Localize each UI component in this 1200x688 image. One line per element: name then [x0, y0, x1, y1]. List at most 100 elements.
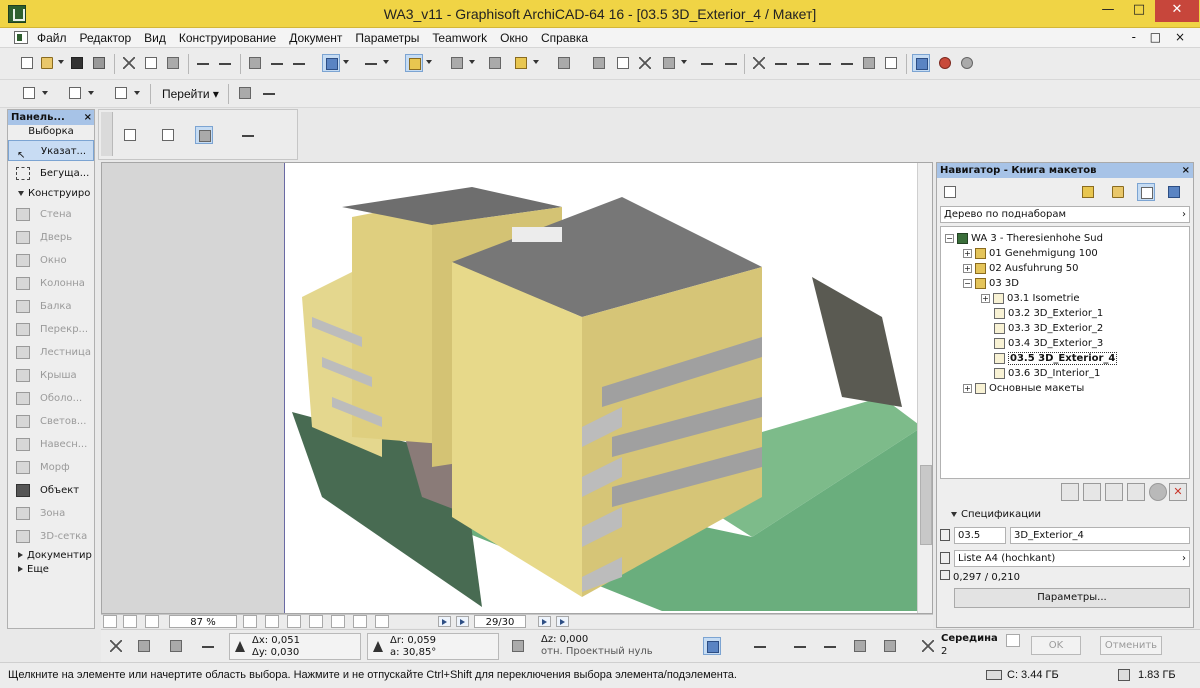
- document-window-controls[interactable]: - □ ×: [1132, 30, 1190, 44]
- scrollbar-thumb[interactable]: [920, 465, 932, 545]
- tool-roof[interactable]: Крыша: [8, 365, 94, 386]
- first-page-button[interactable]: [438, 616, 451, 627]
- expand-icon[interactable]: +: [963, 248, 972, 258]
- tree-item-master[interactable]: + Основные макеты: [963, 382, 1084, 396]
- zoom-preview-button[interactable]: [123, 615, 137, 628]
- tool-arrow[interactable]: ↖ Указат...: [8, 140, 94, 161]
- split-button[interactable]: [750, 54, 768, 72]
- copy-button[interactable]: [142, 54, 160, 72]
- menu-edit[interactable]: Редактор: [80, 31, 132, 45]
- magic-wand-button[interactable]: [322, 54, 340, 72]
- fly-through-button[interactable]: [236, 84, 254, 102]
- cut-button[interactable]: [120, 54, 138, 72]
- master-layout-select[interactable]: Liste A4 (hochkant) ›: [954, 550, 1190, 567]
- tool-column[interactable]: Колонна: [8, 273, 94, 294]
- new-master-button[interactable]: [1105, 483, 1123, 501]
- tool-marquee[interactable]: Бегуща...: [8, 163, 94, 184]
- check-button[interactable]: [791, 637, 809, 655]
- layout-book-tab[interactable]: [1137, 183, 1155, 201]
- specs-section-title[interactable]: Спецификации: [951, 509, 1041, 520]
- more-section-title[interactable]: Еще: [8, 564, 94, 575]
- fill-button[interactable]: [660, 54, 678, 72]
- arrow-method[interactable]: [239, 126, 257, 144]
- tool-morph[interactable]: Морф: [8, 457, 94, 478]
- settings-dot-button[interactable]: [1149, 483, 1167, 501]
- relative-construction-button[interactable]: [199, 637, 217, 655]
- trace-button[interactable]: [590, 54, 608, 72]
- last-page-button[interactable]: [556, 616, 569, 627]
- menu-design[interactable]: Конструирование: [179, 31, 276, 45]
- tool-beam[interactable]: Балка: [8, 296, 94, 317]
- pan-button[interactable]: [331, 615, 345, 628]
- refresh-button[interactable]: [145, 615, 159, 628]
- layout-id-field[interactable]: 03.5: [954, 527, 1006, 544]
- menu-window[interactable]: Окно: [500, 31, 528, 45]
- menu-document[interactable]: Документ: [289, 31, 342, 45]
- info-box-grip[interactable]: [101, 112, 113, 156]
- parameters-button[interactable]: Параметры...: [954, 588, 1190, 608]
- minimize-button[interactable]: —: [1093, 0, 1123, 22]
- walk-button[interactable]: [260, 84, 278, 102]
- collapse-icon[interactable]: −: [963, 278, 972, 288]
- cancel-button[interactable]: Отменить: [1100, 636, 1162, 655]
- inject-button[interactable]: [290, 54, 308, 72]
- snap-surface-button[interactable]: [881, 637, 899, 655]
- new-subset-button[interactable]: [1083, 483, 1101, 501]
- elevation-icon-button[interactable]: [509, 637, 527, 655]
- fit-window-button[interactable]: [353, 615, 367, 628]
- layout-name-field[interactable]: 3D_Exterior_4: [1010, 527, 1190, 544]
- suspend-groups-button[interactable]: [555, 54, 573, 72]
- special-snap-button[interactable]: [703, 637, 721, 655]
- tool-door[interactable]: Дверь: [8, 227, 94, 248]
- paste-button[interactable]: [164, 54, 182, 72]
- page-field[interactable]: 29/30: [474, 615, 526, 628]
- previous-zoom-button[interactable]: [375, 615, 389, 628]
- maximize-button[interactable]: □: [1124, 0, 1154, 22]
- geometry-method-3[interactable]: [195, 126, 213, 144]
- zoom-out-button[interactable]: [309, 615, 323, 628]
- menu-view[interactable]: Вид: [144, 31, 166, 45]
- tree-item-01[interactable]: +01 Genehmigung 100: [963, 247, 1098, 261]
- undo-button[interactable]: [194, 54, 212, 72]
- new-button[interactable]: [18, 54, 36, 72]
- grid-snap-toggle[interactable]: [135, 637, 153, 655]
- menu-teamwork[interactable]: Teamwork: [432, 31, 487, 45]
- tool-slab[interactable]: Перекр...: [8, 319, 94, 340]
- tree-item-03-3[interactable]: 03.3 3D_Exterior_2: [994, 322, 1103, 336]
- print-button[interactable]: [90, 54, 108, 72]
- tree-item-root[interactable]: − WA 3 - Theresienhohe Sud: [945, 232, 1103, 246]
- toolbox-close-button[interactable]: ×: [84, 110, 92, 125]
- delta-r-value[interactable]: Δr: 0,059: [390, 635, 436, 646]
- grid-snap-button[interactable]: [448, 54, 466, 72]
- tree-item-03-6[interactable]: 03.6 3D_Interior_1: [994, 367, 1100, 381]
- geometry-method-2[interactable]: [159, 126, 177, 144]
- pencil-button[interactable]: [751, 637, 769, 655]
- tool-curtain-wall[interactable]: Навесн...: [8, 434, 94, 455]
- tool-zone[interactable]: Зона: [8, 503, 94, 524]
- layout-viewport[interactable]: [101, 162, 933, 614]
- previous-page-button[interactable]: [456, 616, 469, 627]
- close-button[interactable]: ✕: [1155, 0, 1199, 22]
- tree-item-02[interactable]: +02 Ausfuhrung 50: [963, 262, 1079, 276]
- 3d-window-button[interactable]: [66, 84, 84, 102]
- collapse-icon[interactable]: −: [945, 233, 954, 243]
- tool-window[interactable]: Окно: [8, 250, 94, 271]
- guide-lines-toggle[interactable]: [167, 637, 185, 655]
- expand-icon[interactable]: +: [963, 383, 972, 393]
- tree-item-03-1[interactable]: +03.1 Isometrie: [981, 292, 1080, 306]
- trim-button[interactable]: [362, 54, 380, 72]
- new-layout-button[interactable]: [1061, 483, 1079, 501]
- publisher-sets-button[interactable]: [1165, 183, 1183, 201]
- cancel-input-button[interactable]: [107, 637, 125, 655]
- next-page-button[interactable]: [538, 616, 551, 627]
- layout-book-button[interactable]: [912, 54, 930, 72]
- new-folder-button[interactable]: [1127, 483, 1145, 501]
- delta-z-value[interactable]: Δz: 0,000: [541, 634, 588, 645]
- tool-stair[interactable]: Лестница: [8, 342, 94, 363]
- design-section-title[interactable]: Конструиро: [8, 188, 94, 199]
- edit-plane-button[interactable]: [486, 54, 504, 72]
- document-section-title[interactable]: Документир: [8, 550, 94, 561]
- snap-divisions[interactable]: 2: [941, 646, 947, 657]
- render-button[interactable]: [936, 54, 954, 72]
- angle-value[interactable]: a: 30,85°: [390, 647, 436, 658]
